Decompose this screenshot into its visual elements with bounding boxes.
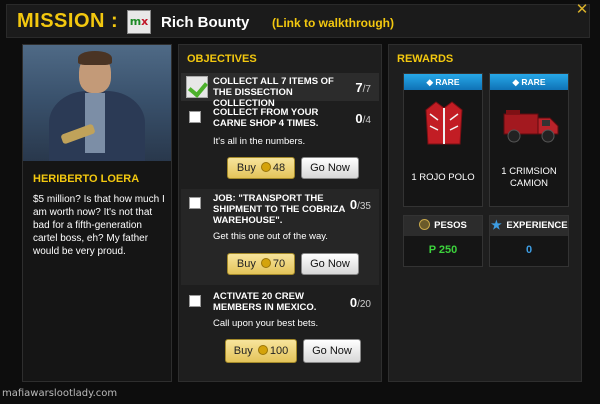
objective-hint: It's all in the numbers. bbox=[213, 136, 306, 147]
objectives-panel: OBJECTIVES COLLECT ALL 7 ITEMS OF THE DI… bbox=[178, 44, 382, 382]
reward-point-icon bbox=[257, 345, 268, 355]
mission-title: Rich Bounty bbox=[161, 14, 250, 31]
jacket-icon bbox=[425, 101, 463, 145]
objective-progress: 7/7 bbox=[355, 80, 371, 95]
rewards-title: REWARDS bbox=[397, 53, 454, 65]
pesos-reward: PESOS P 250 bbox=[403, 215, 483, 267]
objective-checkbox bbox=[189, 295, 201, 307]
pesos-header: PESOS bbox=[404, 216, 482, 236]
rarity-badge: ◆ RARE bbox=[404, 74, 482, 90]
objective-progress: 0/20 bbox=[349, 295, 371, 310]
buy-button[interactable]: Buy 70 bbox=[227, 253, 295, 275]
reward-point-icon bbox=[260, 258, 271, 268]
walkthrough-link[interactable]: (Link to walkthrough) bbox=[272, 16, 394, 30]
experience-value: 0 bbox=[525, 244, 533, 256]
character-panel: HERIBERTO LOERA $5 million? Is that how … bbox=[22, 44, 172, 382]
rarity-badge: ◆ RARE bbox=[490, 74, 568, 90]
star-icon: ★ bbox=[490, 218, 502, 232]
pesos-value: P 250 bbox=[428, 244, 458, 256]
mission-label: MISSION : bbox=[17, 10, 119, 32]
objective-text: ACTIVATE 20 CREW MEMBERS IN MEXICO. bbox=[213, 291, 317, 313]
objective-checkbox bbox=[189, 111, 201, 123]
character-name: HERIBERTO LOERA bbox=[33, 173, 140, 185]
reward-point-icon bbox=[260, 162, 271, 172]
objective-text: JOB: "TRANSPORT THE SHIPMENT TO THE COBR… bbox=[213, 193, 345, 226]
objectives-title: OBJECTIVES bbox=[187, 53, 257, 65]
reward-item-card[interactable]: ◆ RARE 1 CRIMSION CAMION bbox=[489, 73, 569, 207]
watermark: mafiawarslootlady.com bbox=[2, 388, 118, 399]
experience-header: ★ EXPERIENCE bbox=[490, 216, 568, 236]
mission-header: MISSION : mx Rich Bounty (Link to walkth… bbox=[6, 4, 590, 38]
objective-row: COLLECT ALL 7 ITEMS OF THE DISSECTION CO… bbox=[181, 73, 379, 109]
buy-button[interactable]: Buy 100 bbox=[225, 339, 297, 363]
reward-name: 1 ROJO POLO bbox=[411, 172, 475, 183]
experience-reward: ★ EXPERIENCE 0 bbox=[489, 215, 569, 267]
reward-item-card[interactable]: ◆ RARE 1 ROJO POLO bbox=[403, 73, 483, 207]
objective-progress: 0/4 bbox=[355, 111, 371, 126]
truck-icon bbox=[503, 110, 559, 143]
objective-checkbox bbox=[189, 197, 201, 209]
go-now-button[interactable]: Go Now bbox=[303, 339, 361, 363]
mission-window: MISSION : mx Rich Bounty (Link to walkth… bbox=[0, 0, 600, 404]
reward-name: 1 CRIMSION CAMION bbox=[501, 166, 557, 189]
pesos-icon bbox=[419, 219, 431, 230]
character-bio: $5 million? Is that how much I am worth … bbox=[33, 194, 165, 257]
go-now-button[interactable]: Go Now bbox=[301, 157, 359, 179]
checkmark-icon bbox=[186, 76, 208, 98]
go-now-button[interactable]: Go Now bbox=[301, 253, 359, 275]
objective-hint: Call upon your best bets. bbox=[213, 318, 319, 329]
character-portrait bbox=[23, 45, 171, 161]
objective-row: JOB: "TRANSPORT THE SHIPMENT TO THE COBR… bbox=[181, 189, 379, 285]
objective-row: ACTIVATE 20 CREW MEMBERS IN MEXICO. 0/20… bbox=[181, 287, 379, 377]
objective-row: COLLECT FROM YOUR CARNE SHOP 4 TIMES. 0/… bbox=[181, 103, 379, 187]
objective-text: COLLECT FROM YOUR CARNE SHOP 4 TIMES. bbox=[213, 107, 319, 129]
close-icon[interactable]: ✕ bbox=[574, 2, 590, 18]
buy-button[interactable]: Buy 48 bbox=[227, 157, 295, 179]
mission-type-icon: mx bbox=[127, 10, 151, 34]
rewards-panel: REWARDS ◆ RARE 1 ROJO POLO ◆ RARE 1 CRIM… bbox=[388, 44, 582, 382]
objective-progress: 0/35 bbox=[349, 197, 371, 212]
objective-hint: Get this one out of the way. bbox=[213, 231, 328, 242]
